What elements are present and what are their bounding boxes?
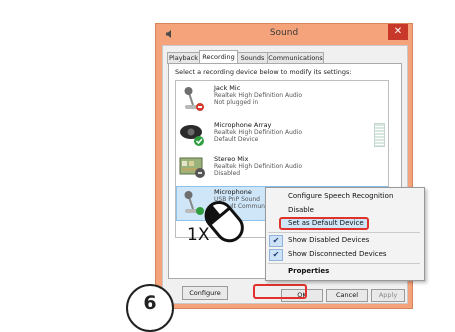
list-item[interactable]: Jack Mic Realtek High Definition Audio N… [176,81,388,119]
title-bar: Sound ✕ [156,24,412,44]
checkmark-icon: ✔ [269,249,283,261]
context-menu: Configure Speech Recognition Disable Set… [265,187,425,281]
device-name: Jack Mic [214,84,241,92]
device-name: Microphone Array [214,121,272,129]
menu-separator [268,232,420,233]
checkmark-icon: ✔ [269,235,283,247]
menu-item-configure-speech[interactable]: Configure Speech Recognition [288,192,393,200]
instruction-text: Select a recording device below to modif… [175,68,352,76]
level-meter [374,123,385,147]
menu-item-show-disabled[interactable]: Show Disabled Devices [288,236,369,244]
ok-highlight-frame [253,284,307,299]
configure-button[interactable]: Configure [182,286,228,300]
webcam-icon [180,125,204,146]
device-name: Microphone [214,188,252,196]
menu-item-show-disconnected[interactable]: Show Disconnected Devices [288,250,387,258]
device-name: Stereo Mix [214,155,249,163]
microphone-icon [184,87,204,111]
cancel-button[interactable]: Cancel [326,289,368,302]
device-status: Disabled [214,170,241,177]
menu-item-set-default[interactable]: Set as Default Device [288,219,364,227]
sound-card-icon [179,157,205,178]
menu-item-properties[interactable]: Properties [288,267,329,275]
close-button[interactable]: ✕ [388,24,408,40]
tab-recording[interactable]: Recording [199,50,238,64]
window-title: Sound [269,28,299,38]
apply-button[interactable]: Apply [371,289,405,302]
device-status: Default Device [214,136,259,143]
click-count-label: 1X [187,225,210,245]
menu-item-disable[interactable]: Disable [288,206,314,214]
device-status: Not plugged in [214,99,259,106]
menu-separator [268,263,420,264]
list-item[interactable]: Microphone Array Realtek High Definition… [176,119,388,153]
step-number: 6 [143,292,157,314]
list-item[interactable]: Stereo Mix Realtek High Definition Audio… [176,153,388,183]
